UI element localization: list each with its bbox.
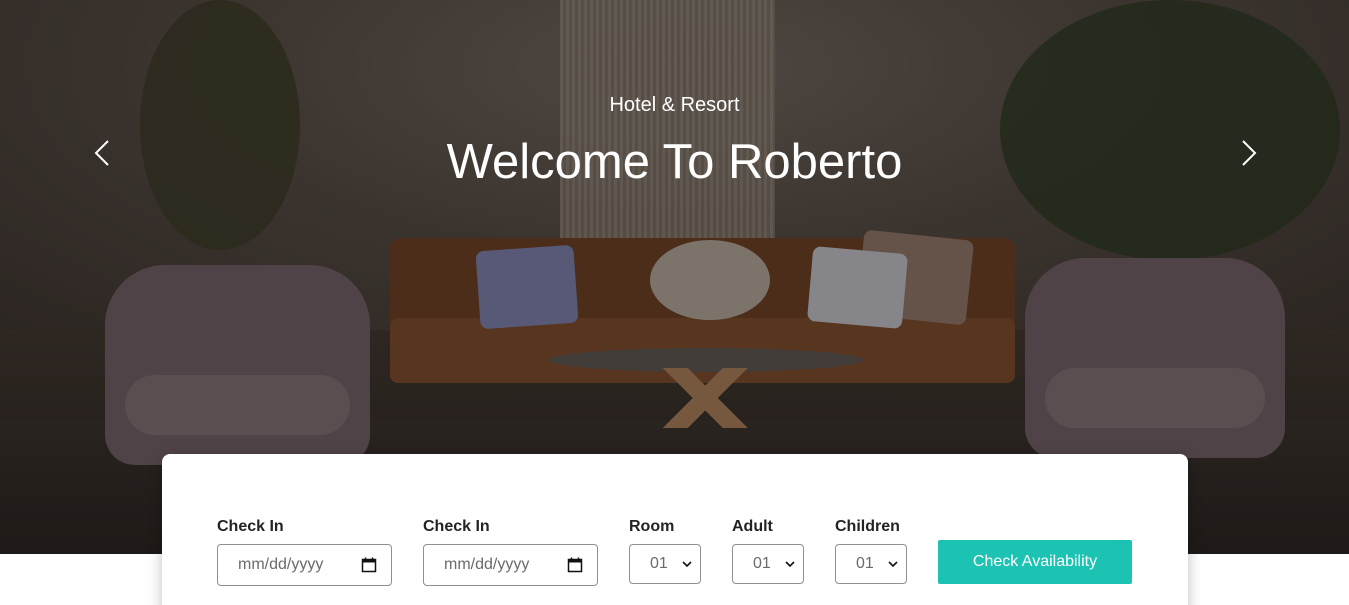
calendar-icon[interactable] <box>361 557 377 573</box>
slider-next-button[interactable] <box>1233 138 1263 168</box>
room-select-value: 01 <box>650 555 668 572</box>
adult-select[interactable]: 01 <box>732 544 804 584</box>
room-select[interactable]: 01 <box>629 544 701 584</box>
chevron-down-icon <box>785 561 795 568</box>
adult-label: Adult <box>732 518 773 535</box>
booking-form: Check In mm/dd/yyyy Check In mm/dd/yyyy … <box>162 454 1188 605</box>
check-out-date-input[interactable]: mm/dd/yyyy <box>423 544 598 586</box>
check-in-label: Check In <box>217 518 284 535</box>
hero-subtitle: Hotel & Resort <box>609 94 740 116</box>
children-label: Children <box>835 518 900 535</box>
check-availability-button[interactable]: Check Availability <box>938 540 1132 584</box>
room-label: Room <box>629 518 675 535</box>
chevron-left-icon <box>94 140 109 166</box>
slider-prev-button[interactable] <box>88 138 118 168</box>
chevron-down-icon <box>682 561 692 568</box>
calendar-icon[interactable] <box>567 557 583 573</box>
chevron-right-icon <box>1242 140 1257 166</box>
chevron-down-icon <box>888 561 898 568</box>
check-out-placeholder: mm/dd/yyyy <box>444 556 530 573</box>
check-out-label: Check In <box>423 518 490 535</box>
children-select-value: 01 <box>856 555 874 572</box>
check-in-placeholder: mm/dd/yyyy <box>238 556 324 573</box>
children-select[interactable]: 01 <box>835 544 907 584</box>
check-in-date-input[interactable]: mm/dd/yyyy <box>217 544 392 586</box>
hero-title: Welcome To Roberto <box>446 135 903 189</box>
adult-select-value: 01 <box>753 555 771 572</box>
